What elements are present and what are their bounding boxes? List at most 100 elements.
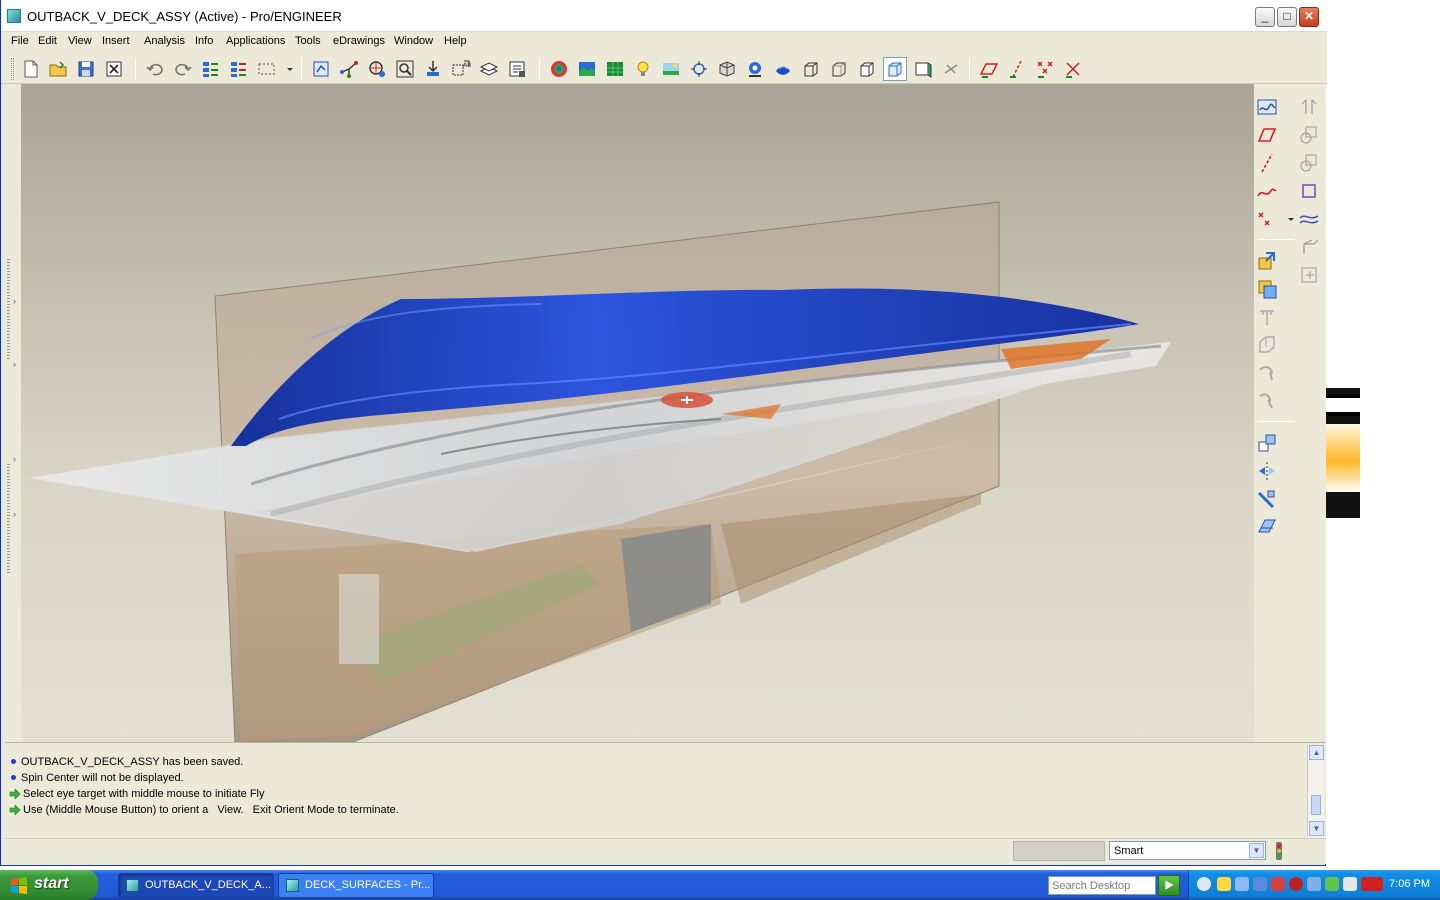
sync-icon[interactable]: [1325, 877, 1339, 891]
sketched-curve-icon[interactable]: [1256, 96, 1278, 118]
orient-mode-icon[interactable]: [367, 59, 387, 79]
menu-file[interactable]: File: [11, 35, 29, 47]
minimize-button[interactable]: _: [1255, 7, 1275, 27]
menu-edit[interactable]: Edit: [38, 35, 57, 47]
draft-icon[interactable]: [1256, 362, 1278, 384]
datum-axis-icon[interactable]: [1256, 152, 1278, 174]
chevron-right-icon[interactable]: ›: [13, 296, 16, 306]
navigator-collapse-strip[interactable]: › › › ›: [5, 84, 19, 742]
lights-icon[interactable]: [633, 59, 653, 79]
menu-help[interactable]: Help: [444, 35, 467, 47]
chamfer-icon[interactable]: [1256, 390, 1278, 412]
scroll-down-button[interactable]: ▼: [1309, 821, 1324, 836]
message-scrollbar[interactable]: ▲ ▼: [1307, 745, 1324, 837]
csys-icon[interactable]: [1063, 59, 1083, 79]
selection-box-icon[interactable]: [257, 59, 277, 79]
extend-icon[interactable]: [1298, 236, 1320, 258]
chevron-right-icon[interactable]: ›: [13, 454, 16, 464]
datum-plane-icon[interactable]: [1256, 124, 1278, 146]
layers-icon[interactable]: [479, 59, 499, 79]
shading-icon[interactable]: [883, 57, 907, 81]
regenerate-icon[interactable]: [201, 59, 221, 79]
taskbar-item-outback[interactable]: OUTBACK_V_DECK_A...: [118, 873, 274, 898]
shield-icon[interactable]: [1217, 877, 1231, 891]
chevron-right-icon[interactable]: ›: [13, 509, 16, 519]
render-icon[interactable]: [577, 59, 597, 79]
monitor-icon[interactable]: [1253, 877, 1267, 891]
trim-icon[interactable]: [1256, 516, 1278, 538]
menu-view[interactable]: View: [68, 35, 92, 47]
search-desktop-input[interactable]: Search Desktop: [1048, 876, 1156, 895]
merge-icon[interactable]: [1256, 488, 1278, 510]
menu-window[interactable]: Window: [394, 35, 433, 47]
close-button[interactable]: ✕: [1299, 7, 1319, 27]
graphics-window[interactable]: [21, 84, 1254, 742]
offset-surface-icon[interactable]: [1298, 208, 1320, 230]
maximize-button[interactable]: □: [1277, 7, 1297, 27]
texture-icon[interactable]: [605, 59, 625, 79]
copy-icon[interactable]: [1256, 432, 1278, 454]
boundary-blend-icon[interactable]: [1298, 124, 1320, 146]
hole-icon[interactable]: [1256, 306, 1278, 328]
sketch-mirror-icon[interactable]: [1298, 96, 1320, 118]
zoom-in-icon[interactable]: [423, 59, 443, 79]
security-icon[interactable]: [1289, 877, 1303, 891]
menu-insert[interactable]: Insert: [102, 35, 130, 47]
refit-icon[interactable]: AB: [451, 59, 471, 79]
create-component-icon[interactable]: [1256, 278, 1278, 300]
wireframe-icon[interactable]: [801, 59, 821, 79]
datum-point-icon[interactable]: [1256, 208, 1278, 230]
antivirus-icon[interactable]: [1271, 877, 1285, 891]
copyright-icon[interactable]: [1343, 877, 1357, 891]
mirror-icon[interactable]: [1256, 460, 1278, 482]
search-icon[interactable]: [1307, 877, 1321, 891]
fill-icon[interactable]: [1298, 264, 1320, 286]
shading-edges-icon[interactable]: [913, 59, 933, 79]
chevron-down-icon[interactable]: [1280, 208, 1294, 230]
start-button[interactable]: start: [0, 870, 98, 900]
new-file-icon[interactable]: [21, 59, 41, 79]
chevron-left-icon[interactable]: [1197, 877, 1211, 891]
clock[interactable]: 7:06 PM: [1389, 878, 1430, 890]
network-icon[interactable]: [1235, 877, 1249, 891]
round-icon[interactable]: [1256, 334, 1278, 356]
ati-icon[interactable]: [1361, 877, 1383, 891]
redo-icon[interactable]: [173, 59, 193, 79]
hidden-line-icon[interactable]: [829, 59, 849, 79]
model-tree-icon[interactable]: [507, 59, 527, 79]
search-go-button[interactable]: [1158, 875, 1180, 896]
taskbar-item-deck-surfaces[interactable]: DECK_SURFACES - Pr...: [278, 873, 434, 898]
chevron-down-icon[interactable]: ▼: [1249, 843, 1264, 858]
perspective-icon[interactable]: [689, 59, 709, 79]
undo-icon[interactable]: [145, 59, 165, 79]
open-file-icon[interactable]: [48, 59, 68, 79]
datum-planes-icon[interactable]: [979, 59, 999, 79]
menu-tools[interactable]: Tools: [295, 35, 321, 47]
menu-edrawings[interactable]: eDrawings: [333, 35, 385, 47]
shaded-icon[interactable]: [773, 59, 793, 79]
regeneration-status-icon[interactable]: [1273, 841, 1285, 861]
menu-analysis[interactable]: Analysis: [144, 35, 185, 47]
saved-views-icon[interactable]: [717, 59, 737, 79]
chevron-down-icon[interactable]: [280, 59, 293, 79]
appearance-icon[interactable]: [549, 59, 569, 79]
datum-points-icon[interactable]: [1035, 59, 1055, 79]
hide-datum-icon[interactable]: [941, 59, 961, 79]
repaint-icon[interactable]: [311, 59, 331, 79]
no-hidden-icon[interactable]: [857, 59, 877, 79]
menu-applications[interactable]: Applications: [226, 35, 285, 47]
assemble-icon[interactable]: [1256, 250, 1278, 272]
spin-center-icon[interactable]: [339, 59, 359, 79]
regenerate-manager-icon[interactable]: [229, 59, 249, 79]
datum-axes-icon[interactable]: [1007, 59, 1027, 79]
selection-filter-dropdown[interactable]: Smart ▼: [1109, 841, 1266, 860]
variable-section-icon[interactable]: [1298, 152, 1320, 174]
style-icon[interactable]: [1298, 180, 1320, 202]
scroll-thumb[interactable]: [1311, 795, 1321, 815]
scene-icon[interactable]: [661, 59, 681, 79]
save-icon[interactable]: [76, 59, 96, 79]
datum-curve-icon[interactable]: [1256, 180, 1278, 202]
scroll-up-button[interactable]: ▲: [1309, 745, 1324, 760]
close-window-icon[interactable]: [104, 59, 124, 79]
zoom-fit-icon[interactable]: [395, 59, 415, 79]
